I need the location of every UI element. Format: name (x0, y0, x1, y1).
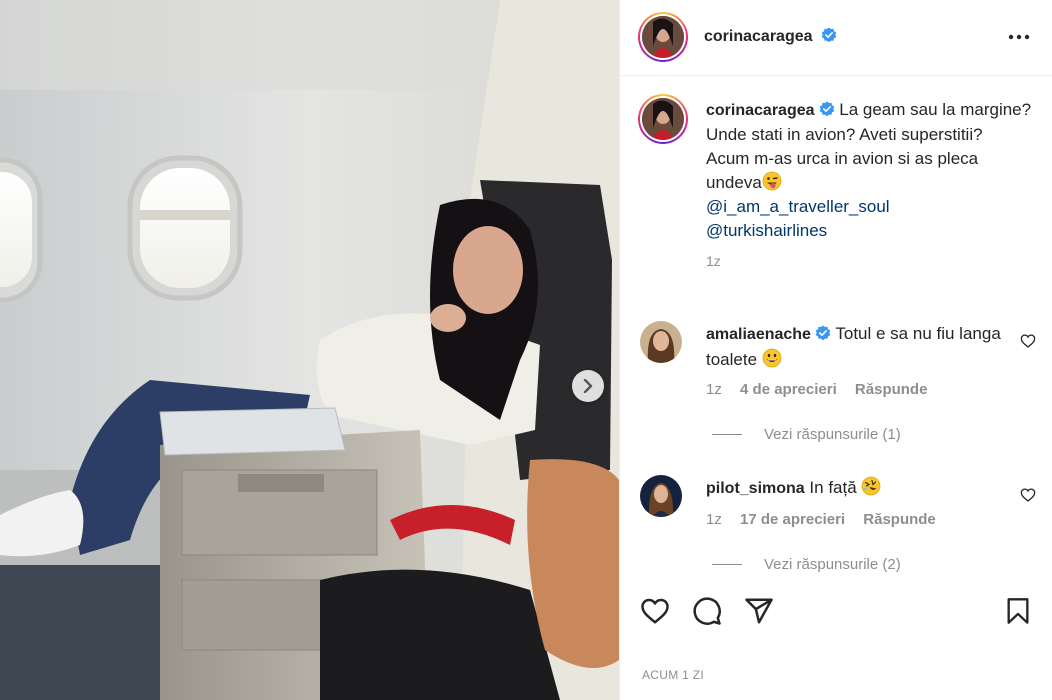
commenter-avatar-pilot-simona[interactable] (640, 475, 682, 517)
replies-divider (712, 434, 742, 435)
mention-link-1[interactable]: @i_am_a_traveller_soul (706, 195, 1036, 219)
comment-1: amaliaenache Totul e sa nu fiu langa toa… (706, 321, 1026, 372)
verified-badge-icon (815, 325, 831, 341)
comment-2-username[interactable]: pilot_simona (706, 480, 805, 497)
comment-1-reply-button[interactable]: Răspunde (855, 381, 928, 398)
comment-bubble-icon[interactable] (692, 596, 722, 626)
next-image-button[interactable] (572, 370, 604, 402)
more-options-button[interactable] (1007, 27, 1031, 47)
like-heart-icon[interactable] (640, 596, 670, 626)
author-avatar[interactable] (638, 12, 688, 62)
save-bookmark-icon[interactable] (1004, 596, 1032, 626)
replies-divider (712, 564, 742, 565)
winking-tongue-emoji-icon (762, 171, 782, 191)
comment-2-view-replies-label: Vezi răspunsurile (2) (764, 556, 901, 573)
caption-timestamp[interactable]: 1z (706, 249, 1036, 273)
mention-link-2[interactable]: @turkishairlines (706, 219, 1036, 243)
post-caption: corinacaragea La geam sau la margine? Un… (706, 98, 1036, 273)
caption-username[interactable]: corinacaragea (706, 102, 815, 119)
post-actions-bar (620, 592, 1052, 632)
comment-2-view-replies-button[interactable]: Vezi răspunsurile (2) (712, 556, 901, 573)
post-side-panel: corinacaragea corinacaragea La geam sau … (619, 0, 1052, 700)
cabin-photo (0, 0, 619, 700)
comment-2-meta: 1z 17 de aprecieri Răspunde (706, 511, 950, 528)
post-photo[interactable] (0, 0, 619, 700)
comment-2: pilot_simona In față (706, 475, 1026, 501)
rolling-laughing-emoji-icon (862, 476, 881, 496)
comment-2-reply-button[interactable]: Răspunde (863, 511, 936, 528)
caption-text-2: Acum m-as urca in avion si as pleca unde… (706, 149, 979, 192)
commenter-avatar-amaliaenache[interactable] (640, 321, 682, 363)
comment-1-time[interactable]: 1z (706, 381, 722, 398)
caption-avatar[interactable] (638, 94, 688, 144)
comment-1-view-replies-label: Vezi răspunsurile (1) (764, 426, 901, 443)
comment-1-username[interactable]: amaliaenache (706, 326, 811, 343)
comment-1-like-heart-icon[interactable] (1020, 333, 1036, 349)
author-username[interactable]: corinacaragea (704, 28, 813, 45)
chevron-right-icon (583, 379, 593, 393)
verified-badge-icon (821, 27, 837, 43)
post-header: corinacaragea (620, 0, 1052, 76)
comment-2-text: In față (809, 478, 857, 497)
share-paper-plane-icon[interactable] (744, 596, 774, 626)
comment-1-meta: 1z 4 de aprecieri Răspunde (706, 381, 941, 398)
comment-2-like-heart-icon[interactable] (1020, 487, 1036, 503)
comment-1-view-replies-button[interactable]: Vezi răspunsurile (1) (712, 426, 901, 443)
more-horizontal-icon (1008, 34, 1030, 40)
comment-1-likes[interactable]: 4 de aprecieri (740, 381, 837, 398)
grinning-face-emoji-icon (762, 348, 782, 368)
post-date[interactable]: ACUM 1 ZI (642, 668, 704, 682)
comment-2-time[interactable]: 1z (706, 511, 722, 528)
verified-badge-icon (819, 101, 834, 117)
comment-2-likes[interactable]: 17 de aprecieri (740, 511, 845, 528)
